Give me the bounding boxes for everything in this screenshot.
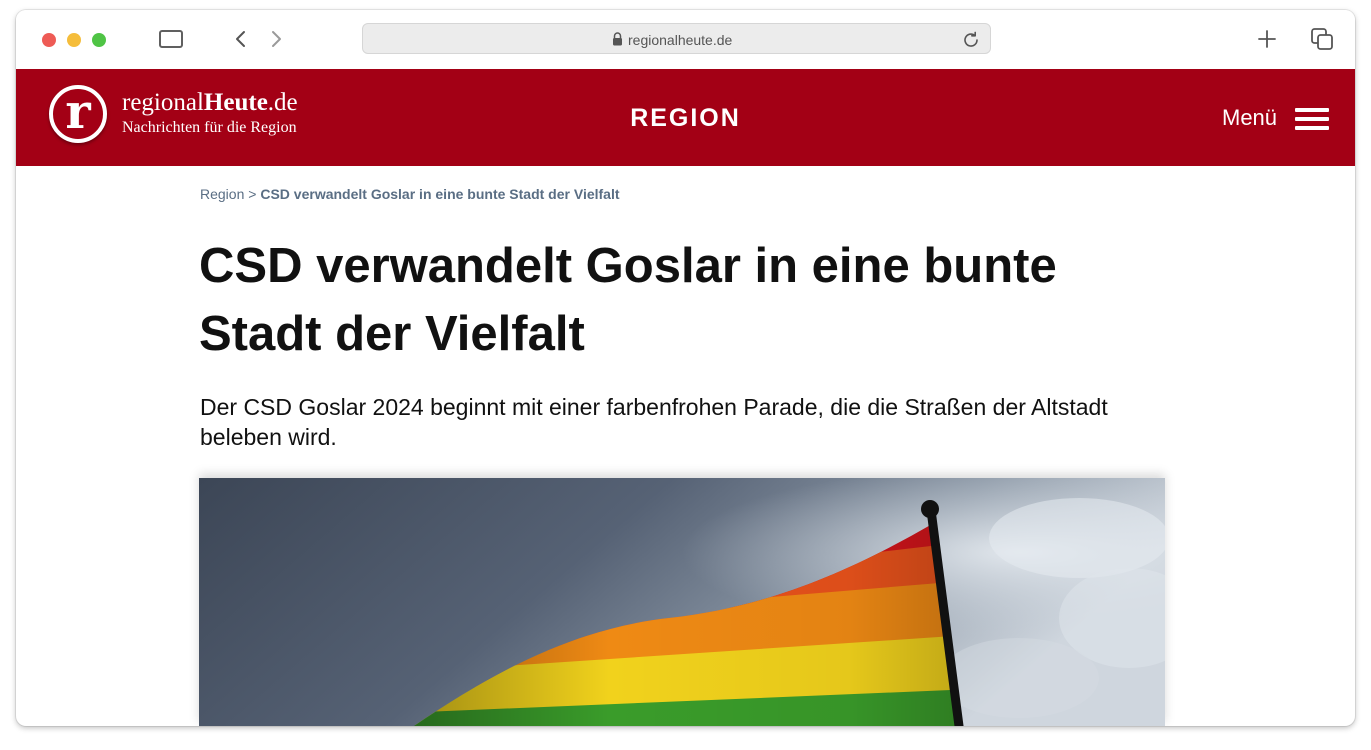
address-bar[interactable]: regionalheute.de (362, 23, 991, 54)
browser-window: regionalheute.de r regionalHeute.de Nach… (16, 10, 1355, 726)
rainbow-flag-photo (199, 478, 1165, 726)
minimize-window-button[interactable] (67, 33, 81, 47)
zoom-window-button[interactable] (92, 33, 106, 47)
lock-icon (613, 32, 622, 46)
site-header: r regionalHeute.de Nachrichten für die R… (16, 69, 1355, 166)
close-window-button[interactable] (42, 33, 56, 47)
breadcrumb: Region > CSD verwandelt Goslar in eine b… (200, 185, 620, 203)
menu-label[interactable]: Menü (1222, 106, 1277, 130)
hamburger-menu-icon[interactable] (1295, 108, 1329, 130)
breadcrumb-separator: > (244, 186, 261, 202)
sidebar-toggle-icon[interactable] (159, 30, 183, 48)
back-arrow-icon[interactable] (231, 27, 251, 51)
article-teaser: Der CSD Goslar 2024 beginnt mit einer fa… (200, 394, 1108, 450)
tab-overview-icon[interactable] (1310, 27, 1334, 51)
forward-arrow-icon[interactable] (266, 27, 286, 51)
article-headline: CSD verwandelt Goslar in eine bunte Stad… (199, 239, 1057, 361)
url-text: regionalheute.de (628, 32, 733, 48)
article-hero-image (199, 478, 1165, 726)
reload-icon[interactable] (961, 30, 981, 50)
new-tab-plus-icon[interactable] (1256, 28, 1278, 50)
section-title[interactable]: REGION (16, 103, 1355, 133)
browser-toolbar: regionalheute.de (16, 10, 1355, 69)
breadcrumb-parent-link[interactable]: Region (200, 186, 244, 202)
breadcrumb-current: CSD verwandelt Goslar in eine bunte Stad… (260, 186, 620, 202)
